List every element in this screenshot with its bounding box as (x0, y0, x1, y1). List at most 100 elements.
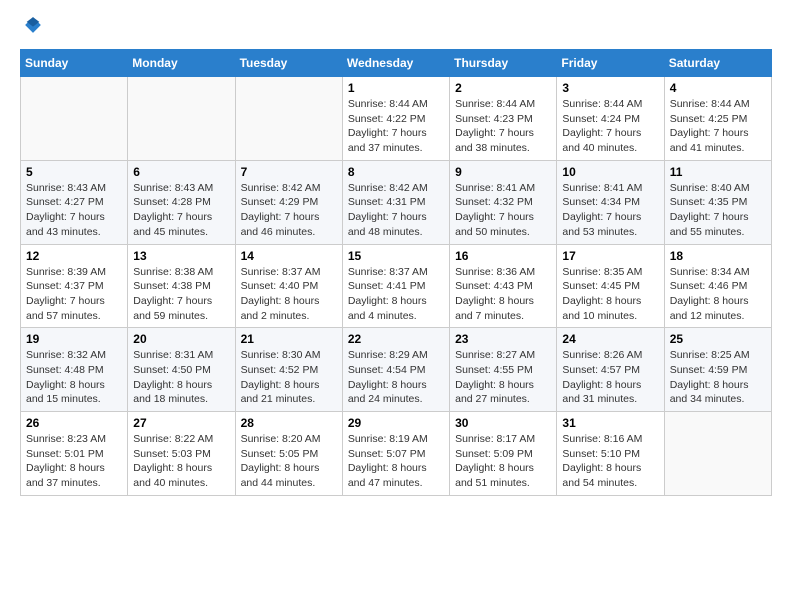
page: SundayMondayTuesdayWednesdayThursdayFrid… (0, 0, 792, 612)
day-info: Sunrise: 8:42 AMSunset: 4:29 PMDaylight:… (241, 181, 337, 240)
day-number: 13 (133, 249, 229, 263)
calendar-cell: 7 Sunrise: 8:42 AMSunset: 4:29 PMDaylight… (235, 160, 342, 244)
day-info: Sunrise: 8:35 AMSunset: 4:45 PMDaylight:… (562, 265, 658, 324)
day-number: 11 (670, 165, 766, 179)
calendar-cell: 10Sunrise: 8:41 AMSunset: 4:34 PMDayligh… (557, 160, 664, 244)
day-info: Sunrise: 8:17 AMSunset: 5:09 PMDaylight:… (455, 432, 551, 491)
day-info: Sunrise: 8:38 AMSunset: 4:38 PMDaylight:… (133, 265, 229, 324)
calendar-cell: 6 Sunrise: 8:43 AMSunset: 4:28 PMDaylight… (128, 160, 235, 244)
calendar-cell: 15 Sunrise: 8:37 AMSunset: 4:41 PMDayligh… (342, 244, 449, 328)
calendar-week-row: 12 Sunrise: 8:39 AMSunset: 4:37 PMDayligh… (21, 244, 772, 328)
logo (20, 16, 44, 41)
day-number: 25 (670, 332, 766, 346)
calendar-week-row: 19 Sunrise: 8:32 AMSunset: 4:48 PMDayligh… (21, 328, 772, 412)
day-number: 8 (348, 165, 444, 179)
day-number: 30 (455, 416, 551, 430)
calendar-cell: 28 Sunrise: 8:20 AMSunset: 5:05 PMDayligh… (235, 412, 342, 496)
calendar-week-row: 26 Sunrise: 8:23 AMSunset: 5:01 PMDayligh… (21, 412, 772, 496)
day-number: 28 (241, 416, 337, 430)
calendar-cell: 27Sunrise: 8:22 AMSunset: 5:03 PMDayligh… (128, 412, 235, 496)
day-number: 18 (670, 249, 766, 263)
day-info: Sunrise: 8:44 AMSunset: 4:23 PMDaylight:… (455, 97, 551, 156)
calendar-cell: 8 Sunrise: 8:42 AMSunset: 4:31 PMDaylight… (342, 160, 449, 244)
day-number: 2 (455, 81, 551, 95)
day-number: 17 (562, 249, 658, 263)
day-info: Sunrise: 8:41 AMSunset: 4:34 PMDaylight:… (562, 181, 658, 240)
calendar-cell: 22 Sunrise: 8:29 AMSunset: 4:54 PMDayligh… (342, 328, 449, 412)
day-info: Sunrise: 8:32 AMSunset: 4:48 PMDaylight:… (26, 348, 122, 407)
day-info: Sunrise: 8:16 AMSunset: 5:10 PMDaylight:… (562, 432, 658, 491)
calendar-cell: 11 Sunrise: 8:40 AMSunset: 4:35 PMDayligh… (664, 160, 771, 244)
day-number: 4 (670, 81, 766, 95)
calendar-cell: 30 Sunrise: 8:17 AMSunset: 5:09 PMDayligh… (450, 412, 557, 496)
weekday-header: Monday (128, 50, 235, 77)
calendar-header-row: SundayMondayTuesdayWednesdayThursdayFrid… (21, 50, 772, 77)
calendar-cell: 16Sunrise: 8:36 AMSunset: 4:43 PMDayligh… (450, 244, 557, 328)
calendar-cell: 25 Sunrise: 8:25 AMSunset: 4:59 PMDayligh… (664, 328, 771, 412)
weekday-header: Saturday (664, 50, 771, 77)
day-number: 5 (26, 165, 122, 179)
day-info: Sunrise: 8:37 AMSunset: 4:40 PMDaylight:… (241, 265, 337, 324)
calendar-cell: 2 Sunrise: 8:44 AMSunset: 4:23 PMDaylight… (450, 77, 557, 161)
day-number: 15 (348, 249, 444, 263)
day-number: 31 (562, 416, 658, 430)
calendar-cell (235, 77, 342, 161)
calendar-cell: 12 Sunrise: 8:39 AMSunset: 4:37 PMDayligh… (21, 244, 128, 328)
weekday-header: Sunday (21, 50, 128, 77)
calendar-cell: 1 Sunrise: 8:44 AMSunset: 4:22 PMDaylight… (342, 77, 449, 161)
calendar-cell: 20 Sunrise: 8:31 AMSunset: 4:50 PMDayligh… (128, 328, 235, 412)
day-number: 24 (562, 332, 658, 346)
calendar-cell: 21 Sunrise: 8:30 AMSunset: 4:52 PMDayligh… (235, 328, 342, 412)
day-info: Sunrise: 8:29 AMSunset: 4:54 PMDaylight:… (348, 348, 444, 407)
calendar-cell (128, 77, 235, 161)
day-number: 7 (241, 165, 337, 179)
calendar-week-row: 1 Sunrise: 8:44 AMSunset: 4:22 PMDaylight… (21, 77, 772, 161)
day-info: Sunrise: 8:43 AMSunset: 4:28 PMDaylight:… (133, 181, 229, 240)
day-info: Sunrise: 8:23 AMSunset: 5:01 PMDaylight:… (26, 432, 122, 491)
logo-icon (22, 14, 44, 36)
day-number: 9 (455, 165, 551, 179)
day-info: Sunrise: 8:25 AMSunset: 4:59 PMDaylight:… (670, 348, 766, 407)
day-info: Sunrise: 8:42 AMSunset: 4:31 PMDaylight:… (348, 181, 444, 240)
day-number: 22 (348, 332, 444, 346)
calendar-cell: 14Sunrise: 8:37 AMSunset: 4:40 PMDayligh… (235, 244, 342, 328)
calendar-cell: 23Sunrise: 8:27 AMSunset: 4:55 PMDayligh… (450, 328, 557, 412)
calendar-cell: 13 Sunrise: 8:38 AMSunset: 4:38 PMDayligh… (128, 244, 235, 328)
day-info: Sunrise: 8:27 AMSunset: 4:55 PMDaylight:… (455, 348, 551, 407)
weekday-header: Tuesday (235, 50, 342, 77)
weekday-header: Wednesday (342, 50, 449, 77)
day-number: 19 (26, 332, 122, 346)
day-info: Sunrise: 8:34 AMSunset: 4:46 PMDaylight:… (670, 265, 766, 324)
day-info: Sunrise: 8:20 AMSunset: 5:05 PMDaylight:… (241, 432, 337, 491)
day-info: Sunrise: 8:30 AMSunset: 4:52 PMDaylight:… (241, 348, 337, 407)
calendar-cell: 18 Sunrise: 8:34 AMSunset: 4:46 PMDayligh… (664, 244, 771, 328)
day-number: 6 (133, 165, 229, 179)
day-number: 21 (241, 332, 337, 346)
day-number: 20 (133, 332, 229, 346)
day-number: 29 (348, 416, 444, 430)
day-info: Sunrise: 8:22 AMSunset: 5:03 PMDaylight:… (133, 432, 229, 491)
day-info: Sunrise: 8:41 AMSunset: 4:32 PMDaylight:… (455, 181, 551, 240)
calendar-cell: 24Sunrise: 8:26 AMSunset: 4:57 PMDayligh… (557, 328, 664, 412)
day-number: 12 (26, 249, 122, 263)
day-number: 3 (562, 81, 658, 95)
header (20, 16, 772, 41)
calendar-cell: 5 Sunrise: 8:43 AMSunset: 4:27 PMDaylight… (21, 160, 128, 244)
day-info: Sunrise: 8:37 AMSunset: 4:41 PMDaylight:… (348, 265, 444, 324)
day-info: Sunrise: 8:31 AMSunset: 4:50 PMDaylight:… (133, 348, 229, 407)
day-info: Sunrise: 8:40 AMSunset: 4:35 PMDaylight:… (670, 181, 766, 240)
day-info: Sunrise: 8:36 AMSunset: 4:43 PMDaylight:… (455, 265, 551, 324)
day-info: Sunrise: 8:43 AMSunset: 4:27 PMDaylight:… (26, 181, 122, 240)
day-number: 1 (348, 81, 444, 95)
calendar-cell: 3Sunrise: 8:44 AMSunset: 4:24 PMDaylight… (557, 77, 664, 161)
day-info: Sunrise: 8:39 AMSunset: 4:37 PMDaylight:… (26, 265, 122, 324)
calendar-cell: 19 Sunrise: 8:32 AMSunset: 4:48 PMDayligh… (21, 328, 128, 412)
calendar-cell: 31 Sunrise: 8:16 AMSunset: 5:10 PMDayligh… (557, 412, 664, 496)
day-number: 26 (26, 416, 122, 430)
calendar-cell (21, 77, 128, 161)
weekday-header: Friday (557, 50, 664, 77)
calendar-cell (664, 412, 771, 496)
day-info: Sunrise: 8:19 AMSunset: 5:07 PMDaylight:… (348, 432, 444, 491)
calendar-cell: 9 Sunrise: 8:41 AMSunset: 4:32 PMDaylight… (450, 160, 557, 244)
day-info: Sunrise: 8:44 AMSunset: 4:22 PMDaylight:… (348, 97, 444, 156)
